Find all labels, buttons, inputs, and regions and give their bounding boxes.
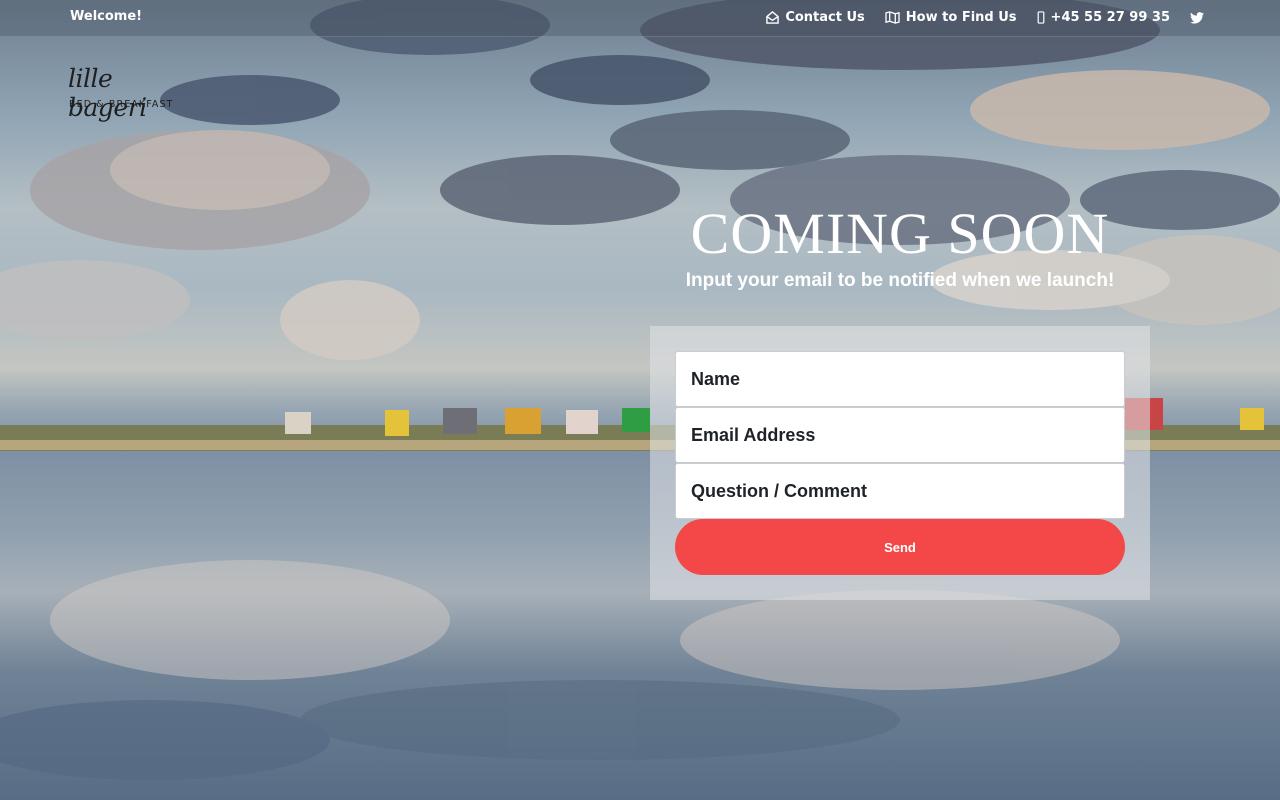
top-bar: Welcome! Contact Us How to Find Us +45 5…	[0, 0, 1280, 37]
welcome-text: Welcome!	[70, 9, 143, 24]
phone-icon	[1037, 11, 1045, 24]
envelope-open-icon	[766, 11, 780, 24]
notify-form-panel: Send	[650, 326, 1150, 600]
phone-link[interactable]: +45 55 27 99 35	[1037, 10, 1170, 25]
map-icon	[885, 11, 900, 24]
logo-script-text: lille bageri	[68, 64, 147, 122]
how-to-find-us-link[interactable]: How to Find Us	[885, 10, 1017, 25]
comment-input[interactable]	[675, 463, 1125, 519]
how-to-find-us-label: How to Find Us	[905, 10, 1017, 25]
send-button[interactable]: Send	[675, 519, 1125, 575]
twitter-icon	[1190, 11, 1204, 24]
email-input[interactable]	[675, 407, 1125, 463]
twitter-link[interactable]	[1190, 11, 1204, 24]
contact-us-label: Contact Us	[785, 10, 865, 25]
phone-label: +45 55 27 99 35	[1050, 10, 1170, 25]
hero-subtitle: Input your email to be notified when we …	[685, 270, 1115, 291]
top-nav: Contact Us How to Find Us +45 55 27 99 3…	[766, 10, 1204, 25]
logo-subtitle: BED & BREAKFAST	[69, 99, 174, 110]
site-logo[interactable]: lille bageri BED & BREAKFAST	[68, 64, 188, 122]
hero-title: COMING SOON	[690, 201, 1110, 266]
name-input[interactable]	[675, 351, 1125, 407]
contact-us-link[interactable]: Contact Us	[766, 10, 865, 25]
